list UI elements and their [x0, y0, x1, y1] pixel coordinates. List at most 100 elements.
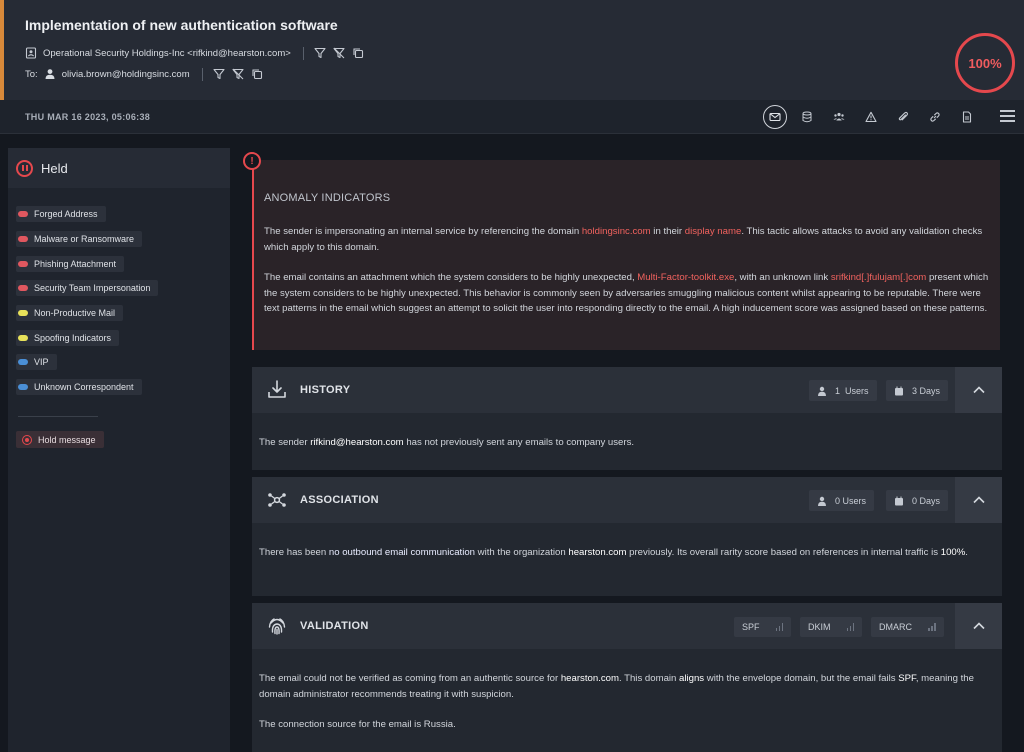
pause-icon — [16, 159, 33, 177]
tag-phishing-attachment[interactable]: Phishing Attachment — [16, 256, 125, 272]
filter-exclude-icon[interactable] — [232, 68, 244, 80]
tab-anomalies[interactable] — [859, 105, 883, 129]
history-days-stat: 3 Days — [886, 380, 949, 401]
history-body: The sender rifkind@hearston.com has not … — [259, 435, 989, 451]
tag-security-team-impersonation[interactable]: Security Team Impersonation — [16, 280, 159, 296]
validation-body: The email could not be verified as comin… — [259, 671, 989, 702]
recipient-address[interactable]: olivia.brown@holdingsinc.com — [62, 69, 190, 80]
hold-message-button[interactable]: Hold message — [16, 431, 104, 448]
signal-bars-icon — [846, 623, 854, 631]
paperclip-icon — [898, 111, 909, 121]
history-header[interactable]: HISTORY 1 Users 3 Days — [252, 367, 1002, 413]
validation-connection-source: The connection source for the email is R… — [259, 719, 456, 730]
text: There has been — [259, 547, 329, 558]
users-count: 1 — [835, 385, 841, 396]
database-icon — [802, 111, 812, 123]
link-highlight[interactable]: srifkind[.]fulujam[.]com — [831, 272, 926, 283]
dmarc-badge[interactable]: DMARC — [871, 617, 944, 637]
tag-unknown-correspondent[interactable]: Unknown Correspondent — [16, 379, 142, 395]
email-subject: Implementation of new authentication sof… — [25, 17, 338, 33]
dmarc-label: DMARC — [879, 622, 912, 632]
dkim-badge[interactable]: DKIM — [800, 617, 862, 637]
to-label: To: — [25, 68, 38, 80]
validation-header[interactable]: VALIDATION SPF DKIM DMARC — [252, 603, 1002, 649]
tag-forged-address[interactable]: Forged Address — [16, 206, 106, 222]
org-highlight[interactable]: hearston.com — [568, 547, 626, 558]
collapse-button[interactable] — [955, 477, 1002, 523]
tag-non-productive-mail[interactable]: Non-Productive Mail — [16, 305, 124, 321]
status-header: Held — [8, 148, 230, 188]
tag-label: VIP — [34, 357, 49, 367]
divider — [302, 46, 304, 60]
copy-icon[interactable] — [251, 68, 263, 80]
chevron-up-icon — [972, 622, 985, 630]
domain-highlight[interactable]: holdingsinc.com — [582, 226, 651, 237]
filter-exclude-icon[interactable] — [333, 47, 345, 59]
history-title: HISTORY — [300, 384, 351, 396]
text: with the envelope domain, but the email … — [704, 673, 899, 684]
tag-malware[interactable]: Malware or Ransomware — [16, 231, 143, 247]
divider — [201, 67, 203, 81]
tag-dot — [18, 236, 28, 242]
alert-icon: ! — [243, 152, 261, 170]
dkim-label: DKIM — [808, 622, 831, 632]
sidebar: Held Forged Address Malware or Ransomwar… — [8, 148, 230, 752]
sender-highlight[interactable]: rifkind@hearston.com — [310, 437, 403, 448]
email-header: Implementation of new authentication sof… — [0, 0, 1024, 100]
association-users-stat: 0 Users — [809, 490, 875, 511]
anomaly-paragraph: The sender is impersonating an internal … — [264, 224, 994, 255]
association-card: ASSOCIATION 0 Users 0 Days There has bee… — [252, 477, 1002, 596]
tag-dot — [18, 384, 28, 390]
tag-spoofing-indicators[interactable]: Spoofing Indicators — [16, 330, 120, 346]
text: previously. Its overall rarity score bas… — [626, 547, 941, 558]
tag-label: Spoofing Indicators — [34, 333, 112, 343]
domain-highlight[interactable]: hearston.com — [561, 673, 619, 684]
users-icon — [833, 112, 845, 121]
download-icon — [268, 380, 286, 398]
tab-attachments[interactable] — [891, 105, 915, 129]
tag-vip[interactable]: VIP — [16, 354, 57, 370]
text: has not previously sent any emails to co… — [403, 437, 635, 448]
warning-icon — [865, 111, 877, 123]
users-label: Users — [845, 385, 869, 396]
attachment-highlight[interactable]: Multi-Factor-toolkit.exe — [637, 272, 734, 283]
tag-label: Forged Address — [34, 209, 98, 219]
spf-badge[interactable]: SPF — [734, 617, 792, 637]
filter-icon[interactable] — [213, 68, 225, 80]
display-name-highlight[interactable]: display name — [685, 226, 742, 237]
association-title: ASSOCIATION — [300, 494, 379, 506]
link-icon — [930, 112, 940, 122]
users-value: 0 Users — [835, 495, 867, 506]
menu-icon[interactable] — [1000, 110, 1015, 123]
text: . — [965, 547, 968, 558]
association-header[interactable]: ASSOCIATION 0 Users 0 Days — [252, 477, 1002, 523]
contact-card-icon — [25, 47, 37, 59]
collapse-button[interactable] — [955, 603, 1002, 649]
hold-message-label: Hold message — [38, 434, 96, 445]
user-icon — [45, 69, 55, 79]
sender-address[interactable]: Operational Security Holdings-Inc <rifki… — [43, 48, 291, 59]
tab-data[interactable] — [795, 105, 819, 129]
tab-email[interactable] — [763, 105, 787, 129]
days-value: 3 Days — [912, 385, 941, 396]
tab-document[interactable] — [955, 105, 979, 129]
no-communication-highlight: no outbound email communication — [328, 547, 476, 558]
user-icon — [818, 496, 826, 506]
text: . This domain — [618, 673, 680, 684]
sender-row: Operational Security Holdings-Inc <rifki… — [25, 46, 371, 60]
tab-users[interactable] — [827, 105, 851, 129]
status-label: Held — [41, 160, 68, 176]
fingerprint-icon — [268, 618, 286, 635]
collapse-button[interactable] — [955, 367, 1002, 413]
text: The sender — [259, 437, 311, 448]
tag-label: Unknown Correspondent — [34, 382, 134, 392]
tab-links[interactable] — [923, 105, 947, 129]
tag-dot — [18, 261, 28, 267]
signal-bars-icon — [928, 623, 936, 631]
signal-bars-icon — [775, 623, 784, 631]
copy-icon[interactable] — [352, 47, 364, 59]
tag-dot — [18, 285, 28, 291]
text: with the organization — [475, 547, 569, 558]
email-timestamp: THU MAR 16 2023, 05:06:38 — [25, 112, 151, 122]
filter-icon[interactable] — [314, 47, 326, 59]
